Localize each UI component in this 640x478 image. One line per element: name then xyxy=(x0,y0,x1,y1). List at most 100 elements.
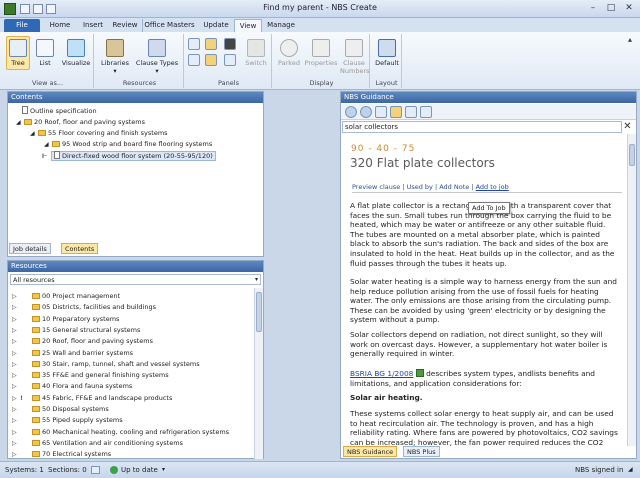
resources-scroll-thumb[interactable] xyxy=(256,292,262,332)
up-to-date-dropdown-icon[interactable]: ▾ xyxy=(162,462,165,478)
title-bar: Find my parent - NBS Create – □ ✕ xyxy=(0,0,640,18)
resource-item[interactable]: ▷ 50 Disposal systems xyxy=(12,404,109,414)
tree-button[interactable]: Tree xyxy=(6,36,30,70)
parked-button[interactable]: Parked xyxy=(276,36,302,72)
close-button[interactable]: ✕ xyxy=(620,2,638,15)
expand-icon[interactable]: ▷ xyxy=(12,416,20,426)
resource-item[interactable]: ▷ 05 Districts, facilities and buildings xyxy=(12,302,156,312)
preview-clause-link[interactable]: Preview clause xyxy=(352,183,400,191)
tree-item-20[interactable]: ◢ 20 Roof, floor and paving systems xyxy=(16,117,145,127)
tab-job-details[interactable]: Job details xyxy=(9,243,51,254)
tab-update[interactable]: Update xyxy=(200,19,232,32)
tab-nbs-guidance[interactable]: NBS Guidance xyxy=(343,446,398,457)
resource-item[interactable]: ▷ 00 Project management xyxy=(12,291,120,301)
clause-numbers-button[interactable]: Clause Numbers xyxy=(340,36,370,80)
expand-icon[interactable]: ⊩ xyxy=(42,151,51,161)
clear-search-icon[interactable]: ✕ xyxy=(621,121,634,133)
resource-item[interactable]: ▷ 65 Ventilation and air conditioning sys… xyxy=(12,438,183,448)
resource-item-label: 20 Roof, floor and paving systems xyxy=(42,337,153,346)
used-by-link[interactable]: Used by xyxy=(407,183,433,191)
clause-types-button[interactable]: Clause Types ▾ xyxy=(134,36,180,76)
home-icon[interactable] xyxy=(375,106,387,118)
expand-icon[interactable]: ▷ xyxy=(12,349,20,359)
document-link-icon[interactable] xyxy=(415,369,424,377)
libraries-button[interactable]: Libraries ▾ xyxy=(98,36,132,76)
list-button[interactable]: List xyxy=(34,36,56,70)
switch-button[interactable]: Switch xyxy=(242,36,270,72)
expand-icon[interactable]: ▷ xyxy=(12,405,20,415)
tab-office-masters[interactable]: Office Masters xyxy=(142,19,196,32)
tree-item-55[interactable]: ◢ 55 Floor covering and finish systems xyxy=(30,128,168,138)
resource-item[interactable]: ▷ 40 Flora and fauna systems xyxy=(12,381,132,391)
expand-icon[interactable]: ▷ xyxy=(12,315,20,325)
panel-contents-icon[interactable] xyxy=(188,38,200,50)
panel-folder-icon[interactable] xyxy=(205,38,217,50)
panel-tag-icon[interactable] xyxy=(224,38,236,50)
bookmark-icon[interactable] xyxy=(405,106,417,118)
expand-icon[interactable]: ▷ xyxy=(12,337,20,347)
tab-file[interactable]: File xyxy=(4,19,40,32)
resource-item[interactable]: ▷ 60 Mechanical heating, cooling and refr… xyxy=(12,427,229,437)
expand-icon[interactable]: ▷ xyxy=(12,292,20,302)
resource-item[interactable]: ▷ 35 FF&E and general finishing systems xyxy=(12,370,169,380)
collapse-icon[interactable]: ◢ xyxy=(30,129,38,139)
guidance-links: Preview clause | Used by | Add Note | Ad… xyxy=(352,183,509,191)
expand-icon[interactable]: ▷ xyxy=(12,326,20,336)
list-icon xyxy=(36,39,54,57)
resource-item[interactable]: ▷ 10 Preparatory systems xyxy=(12,314,119,324)
expand-icon[interactable]: ▷ xyxy=(12,303,20,313)
resource-item[interactable]: ▷ 15 General structural systems xyxy=(12,325,140,335)
expand-icon[interactable]: ▷ xyxy=(12,371,20,381)
tab-insert[interactable]: Insert xyxy=(78,19,108,32)
collapse-icon[interactable]: ◢ xyxy=(16,118,24,128)
ribbon-collapse-icon[interactable]: ▴ xyxy=(628,35,632,44)
back-icon[interactable] xyxy=(345,106,357,118)
resource-item[interactable]: ▷ 70 Electrical systems xyxy=(12,449,111,459)
guidance-search-input[interactable]: solar collectors xyxy=(342,121,622,133)
resize-grip-icon[interactable]: ◢ xyxy=(628,462,633,478)
tree-item-95[interactable]: ◢ 95 Wood strip and board fine flooring s… xyxy=(44,139,212,149)
folder-icon xyxy=(32,315,40,322)
resources-scrollbar[interactable] xyxy=(254,288,263,459)
expand-icon[interactable]: ▷ xyxy=(12,394,20,404)
expand-icon[interactable]: ▷ xyxy=(12,360,20,370)
expand-icon[interactable]: ▷ xyxy=(12,450,20,460)
tab-manage[interactable]: Manage xyxy=(264,19,298,32)
bsria-link[interactable]: BSRIA BG 1/2008 xyxy=(350,369,413,378)
panel-resources-icon[interactable] xyxy=(205,54,217,66)
maximize-button[interactable]: □ xyxy=(602,2,620,15)
tree-item-outline[interactable]: Outline specification xyxy=(22,106,97,116)
expand-icon[interactable]: ▷ xyxy=(12,428,20,438)
default-layout-button[interactable]: Default xyxy=(374,36,400,72)
tab-view[interactable]: View xyxy=(234,19,262,32)
paragraph-6: These systems collect solar energy to he… xyxy=(350,409,618,446)
add-note-link[interactable]: Add Note xyxy=(439,183,469,191)
resource-item[interactable]: ▷ 25 Wall and barrier systems xyxy=(12,348,133,358)
properties-button[interactable]: Properties xyxy=(304,36,338,72)
guidance-scrollbar[interactable] xyxy=(627,134,636,446)
tab-review[interactable]: Review xyxy=(110,19,140,32)
tab-nbs-plus[interactable]: NBS Plus xyxy=(403,446,440,457)
collapse-icon[interactable]: ◢ xyxy=(44,140,52,150)
tab-contents[interactable]: Contents xyxy=(61,243,99,254)
minimize-button[interactable]: – xyxy=(584,2,602,15)
resource-item[interactable]: ▷ 20 Roof, floor and paving systems xyxy=(12,336,153,346)
resource-item[interactable]: ▷ 30 Stair, ramp, tunnel, shaft and vesse… xyxy=(12,359,200,369)
resource-item[interactable]: ▷! 45 Fabric, FF&E and landscape products xyxy=(12,393,172,403)
tab-home[interactable]: Home xyxy=(45,19,75,32)
add-to-job-link[interactable]: Add to job xyxy=(476,183,509,191)
panel-notes-icon[interactable] xyxy=(224,54,236,66)
resources-filter[interactable]: All resources ▾ xyxy=(10,274,261,285)
panel-guidance-icon[interactable] xyxy=(188,54,200,66)
tree-item-120[interactable]: ⊩ Direct-fixed wood floor system (20-55-9… xyxy=(42,151,216,161)
folder-icon[interactable] xyxy=(390,106,402,118)
dropdown-arrow-icon[interactable]: ▾ xyxy=(255,275,258,285)
guidance-scroll-thumb[interactable] xyxy=(629,144,635,166)
visualize-button[interactable]: Visualize xyxy=(60,36,92,70)
expand-icon[interactable]: ▷ xyxy=(12,439,20,449)
print-icon[interactable] xyxy=(420,106,432,118)
edit-icon[interactable] xyxy=(91,466,100,474)
expand-icon[interactable]: ▷ xyxy=(12,382,20,392)
resource-item[interactable]: ▷ 55 Piped supply systems xyxy=(12,415,123,425)
forward-icon[interactable] xyxy=(360,106,372,118)
